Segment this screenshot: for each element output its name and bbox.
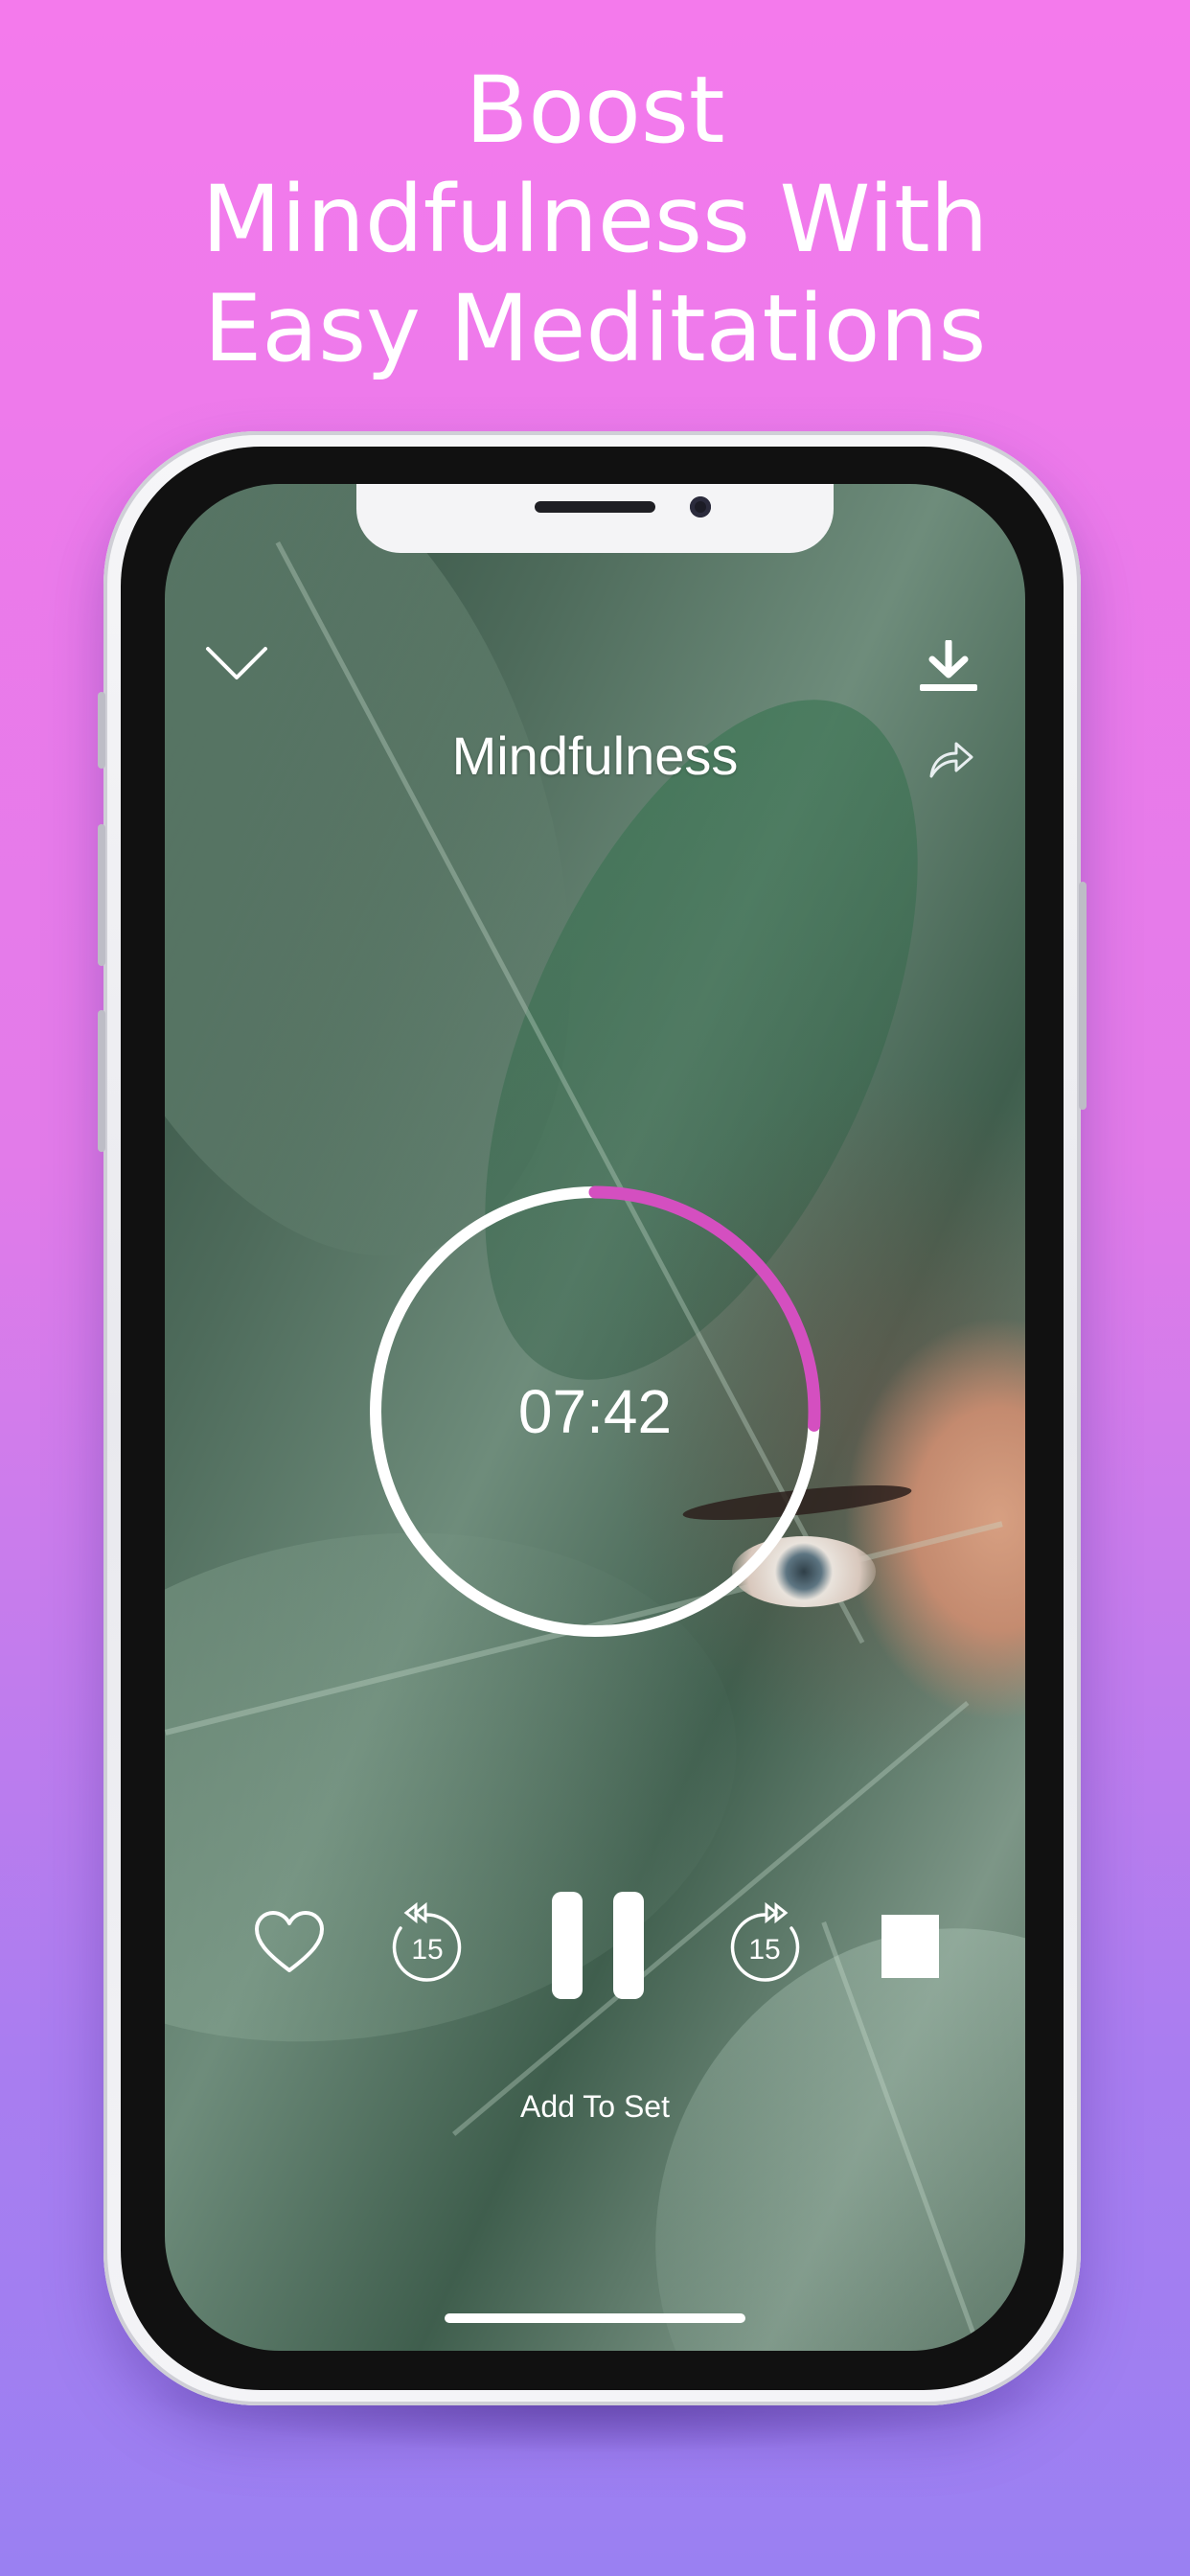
headline-line-2: Mindfulness With [201,166,989,273]
heart-icon[interactable] [253,1909,326,1976]
session-title: Mindfulness [451,725,739,786]
phone-silent-switch [98,692,105,769]
download-icon[interactable] [918,638,979,694]
add-to-set-button[interactable]: Add To Set [402,2089,788,2125]
headline-line-1: Boost [465,57,725,164]
forward-seconds: 15 [748,1934,780,1966]
rewind-15-icon[interactable]: 15 [387,1899,468,1986]
phone-volume-down [98,1010,105,1152]
pause-icon[interactable] [550,1890,646,2001]
phone-notch [356,484,834,553]
home-indicator [445,2313,745,2323]
forward-15-icon[interactable]: 15 [724,1899,805,1986]
share-icon[interactable] [927,738,975,780]
time-remaining: 07:42 [517,1377,673,1446]
stop-icon[interactable] [881,1915,939,1978]
rewind-seconds: 15 [411,1934,443,1966]
phone-volume-up [98,824,105,966]
front-camera [690,496,711,518]
earpiece-speaker [535,501,655,513]
promo-headline: Boost Mindfulness With Easy Meditations [0,56,1190,383]
chevron-down-icon[interactable] [205,645,268,683]
phone-power-button [1079,882,1087,1110]
headline-line-3: Easy Meditations [203,275,987,382]
